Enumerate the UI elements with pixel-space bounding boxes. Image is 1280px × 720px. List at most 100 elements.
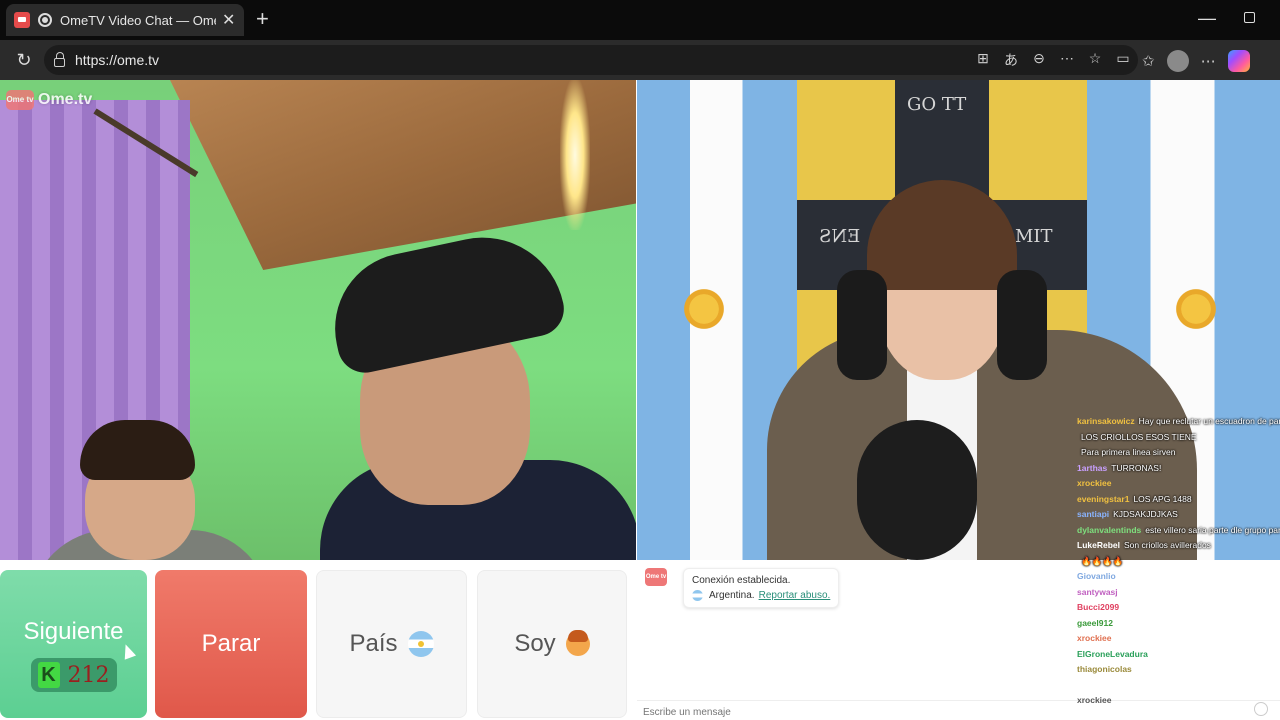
local-video: Ome tv Ome.tv (0, 80, 636, 560)
stop-button-label: Parar (201, 630, 261, 657)
stream-chat-user: santywasj (1077, 586, 1118, 597)
sun-of-may-left (681, 286, 727, 332)
lock-icon[interactable] (54, 51, 65, 67)
banner-text-left: ENS (819, 226, 861, 247)
stream-chat-message: KJDSAKJDJKAS (1113, 509, 1178, 519)
stream-chat-user: dylanvalentinds (1077, 524, 1142, 535)
stream-chat-row: xrockiee (1077, 631, 1280, 647)
ceiling-light (560, 80, 590, 230)
stream-chat-row: Bucci2099 (1077, 600, 1280, 616)
stream-chat-message: LOS APG 1488 (1133, 493, 1192, 504)
stream-chat-user: karinsakowicz (1077, 416, 1135, 426)
browser-tab-bar: OmeTV Video Chat — Omegle ✕ + — (0, 0, 1280, 40)
tab-title: OmeTV Video Chat — Omegle (60, 12, 216, 28)
stream-chat-user: santiapi (1077, 509, 1110, 519)
stream-chat-user: xrockiee (1077, 633, 1112, 643)
zoom-out-icon[interactable]: ⊖ (1030, 50, 1048, 70)
stream-chat-row: dylanvalentinds este villero saria parte … (1077, 523, 1280, 539)
maximize-window-button[interactable] (1244, 12, 1255, 23)
ometv-page: Ome tv Ome.tv GO TT ENS MIT Siguiente K … (0, 80, 1280, 720)
stream-chat-overlay: karinsakowicz Hay que reclutar un escuadr… (1077, 414, 1280, 714)
stream-chat-row: ElGroneLevadura (1077, 647, 1280, 663)
browser-tab[interactable]: OmeTV Video Chat — Omegle ✕ (6, 4, 244, 36)
man-in-cap (320, 222, 636, 560)
system-message: Ome tv Conexión establecida. Argentina. … (645, 568, 840, 608)
stream-chat-row (1077, 678, 1280, 694)
connection-bubble: Conexión establecida. Argentina. Reporta… (683, 568, 840, 608)
stream-chat-user: 1arthas (1077, 462, 1108, 473)
stream-chat-row: 🔥🔥🔥🔥 (1077, 554, 1280, 570)
stream-chat-user: xrockiee (1077, 478, 1112, 488)
stream-chat-message: Son criollos avillerados (1124, 540, 1211, 550)
close-tab-icon[interactable]: ✕ (222, 10, 235, 30)
url-text[interactable]: https://ome.tv (75, 52, 159, 68)
more-options-icon[interactable]: ⋯ (1058, 50, 1076, 70)
country-button-label: País (349, 630, 398, 657)
report-abuse-link[interactable]: Reportar abuso. (759, 588, 831, 603)
connection-text: Conexión establecida. (692, 575, 791, 586)
stream-chat-row: santywasj (1077, 585, 1280, 601)
settings-menu-icon[interactable]: ⋯ (1201, 52, 1216, 70)
boy-avatar-icon (565, 630, 590, 656)
ometv-favicon-icon (14, 12, 30, 28)
gender-button[interactable]: Soy (477, 570, 627, 718)
apps-icon[interactable]: ⊞ (974, 50, 992, 70)
video-icon[interactable]: ▭ (1114, 50, 1132, 70)
new-tab-button[interactable]: + (256, 8, 269, 30)
banner-text-top: GO TT (907, 94, 967, 115)
stream-chat-message: 🔥🔥🔥🔥 (1081, 555, 1124, 566)
stream-chat-row: gaeel912 (1077, 616, 1280, 632)
stream-chat-message: Hay que reclutar un escuadron de par (1138, 416, 1280, 426)
argentina-flag-icon (692, 590, 703, 601)
country-text: Argentina. (709, 590, 755, 601)
browser-tools: ✩ ⋯ (1142, 50, 1250, 72)
headphone-right (997, 270, 1047, 380)
banner-text-right: MIT (1015, 226, 1053, 247)
stream-chat-row: xrockiee (1077, 693, 1280, 709)
emoji-icon[interactable] (1254, 702, 1268, 716)
address-bar-actions: ⊞ あ ⊖ ⋯ ☆ ▭ (974, 50, 1132, 70)
gender-button-label: Soy (514, 630, 556, 657)
stream-chat-message: LOS CRIOLLOS ESOS TIENE (1081, 431, 1197, 442)
ometv-logo-text: Ome.tv (38, 91, 93, 108)
chat-controls: Siguiente K 212 Parar País Soy (0, 560, 636, 720)
stream-chat-user: xrockiee (1077, 695, 1112, 705)
translate-icon[interactable]: あ (1002, 50, 1020, 70)
ometv-watermark: Ome tv Ome.tv (6, 90, 92, 110)
stream-chat-row: Para primera linea sirven (1077, 445, 1280, 461)
stream-chat-user: LukeRebel (1077, 540, 1120, 550)
karma-badge: K 212 (30, 658, 117, 692)
ometv-chat-icon: Ome tv (645, 568, 667, 586)
stream-chat-row: eveningstar1 LOS APG 1488 (1077, 492, 1280, 508)
profile-avatar[interactable] (1166, 50, 1189, 72)
stream-chat-user: ElGroneLevadura (1077, 648, 1148, 659)
recording-icon (38, 13, 52, 27)
stream-chat-message: este villero saria parte dle grupo par (1145, 524, 1280, 535)
ometv-logo-icon: Ome tv (6, 90, 34, 110)
stream-chat-row: karinsakowicz Hay que reclutar un escuadr… (1077, 414, 1280, 430)
stream-chat-row: LOS CRIOLLOS ESOS TIENE (1077, 430, 1280, 446)
stop-button[interactable]: Parar (155, 570, 307, 718)
microphone (857, 420, 977, 560)
minimize-window-button[interactable]: — (1198, 8, 1216, 29)
address-bar[interactable]: https://ome.tv ⊞ あ ⊖ ⋯ ☆ ▭ (44, 45, 1138, 75)
stream-chat-user: Giovanlio (1077, 571, 1116, 581)
stream-chat-row: santiapi KJDSAKJDJKAS (1077, 507, 1280, 523)
country-filter-button[interactable]: País (316, 570, 467, 718)
copilot-icon[interactable] (1227, 50, 1250, 72)
stream-chat-row: Giovanlio (1077, 569, 1280, 585)
argentina-flag-icon (407, 631, 434, 657)
stream-chat-row: 1arthas TURRONAS! (1077, 461, 1280, 477)
favorites-icon[interactable]: ✩ (1142, 52, 1155, 70)
boy (30, 420, 270, 560)
favorite-star-icon[interactable]: ☆ (1086, 50, 1104, 70)
stream-chat-row: xrockiee (1077, 476, 1280, 492)
headphone-left (837, 270, 887, 380)
stream-chat-user: eveningstar1 (1077, 493, 1130, 504)
stream-chat-user: thiagonicolas (1077, 664, 1132, 674)
browser-toolbar: ↻ https://ome.tv ⊞ あ ⊖ ⋯ ☆ ▭ ✩ ⋯ (0, 40, 1280, 80)
stream-chat-user: Bucci2099 (1077, 602, 1120, 612)
reload-icon[interactable]: ↻ (14, 50, 34, 70)
stream-chat-user: gaeel912 (1077, 617, 1113, 628)
next-button-label: Siguiente (23, 618, 124, 645)
